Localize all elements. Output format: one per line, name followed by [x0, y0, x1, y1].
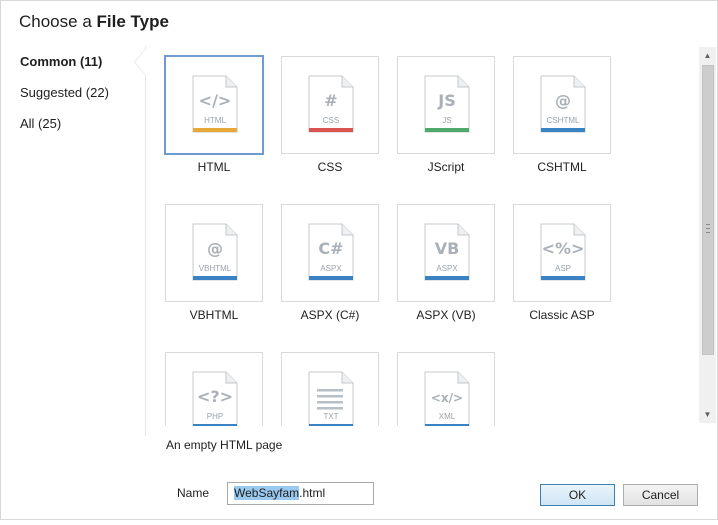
- file-type-stripe: [309, 424, 353, 426]
- file-tag: ASPX: [320, 264, 342, 273]
- document-icon: <x/> XML: [424, 371, 470, 426]
- sidebar-item-all[interactable]: All (25): [20, 116, 61, 131]
- file-type-tile[interactable]: JS JS JScript: [397, 56, 513, 196]
- file-type-tile[interactable]: <%> ASP Classic ASP: [513, 204, 629, 344]
- text-line-glyph: [317, 401, 343, 404]
- name-input-extension: .html: [299, 486, 326, 500]
- file-glyph: <?>: [197, 387, 233, 406]
- file-glyph: <%>: [542, 239, 585, 258]
- file-tag: CSHTML: [547, 116, 580, 125]
- name-input-selected-text: WebSayfam: [234, 486, 300, 500]
- tile-frame: # CSS: [281, 56, 379, 154]
- file-type-tile[interactable]: TXTTXT: [281, 352, 397, 426]
- scroll-down-icon[interactable]: ▼: [699, 406, 716, 423]
- file-type-stripe: [309, 276, 353, 280]
- file-type-stripe: [541, 276, 585, 280]
- sidebar-item-suggested[interactable]: Suggested (22): [20, 85, 109, 100]
- tile-frame: @ CSHTML: [513, 56, 611, 154]
- cancel-button[interactable]: Cancel: [623, 484, 698, 506]
- file-glyph: VB: [435, 239, 460, 258]
- file-type-tile[interactable]: # CSS CSS: [281, 56, 397, 196]
- file-type-stripe: [193, 128, 237, 132]
- sidebar-item-common[interactable]: Common (11): [20, 54, 102, 69]
- category-sidebar: Common (11) Suggested (22) All (25): [1, 46, 145, 436]
- ok-button[interactable]: OK: [540, 484, 615, 506]
- document-icon: </> HTML: [192, 75, 238, 133]
- selection-pointer: [134, 48, 146, 76]
- tile-frame: <%> ASP: [513, 204, 611, 302]
- text-line-glyph: [317, 407, 343, 410]
- file-type-stripe: [541, 128, 585, 132]
- scroll-up-icon[interactable]: ▲: [699, 47, 716, 64]
- file-tag: ASP: [555, 264, 571, 273]
- tile-frame: <x/> XML: [397, 352, 495, 426]
- file-glyph: <x/>: [431, 391, 463, 405]
- text-line-glyph: [317, 395, 343, 398]
- tile-label: VBHTML: [189, 308, 239, 322]
- document-icon: # CSS: [308, 75, 354, 133]
- file-type-description: An empty HTML page: [166, 438, 283, 452]
- file-glyph: @: [555, 91, 571, 110]
- tile-label: ASPX (C#): [300, 308, 360, 322]
- file-tag: CSS: [323, 116, 339, 125]
- document-icon: C# ASPX: [308, 223, 354, 281]
- tile-frame: @ VBHTML: [165, 204, 263, 302]
- file-type-stripe: [425, 424, 469, 426]
- file-tag: JS: [442, 116, 451, 125]
- file-type-tile[interactable]: <x/> XMLXML: [397, 352, 513, 426]
- tile-label: CSS: [317, 160, 343, 174]
- file-type-tile[interactable]: VB ASPX ASPX (VB): [397, 204, 513, 344]
- file-glyph: </>: [199, 91, 232, 110]
- document-icon: VB ASPX: [424, 223, 470, 281]
- file-type-stripe: [425, 276, 469, 280]
- tile-label: CSHTML: [537, 160, 587, 174]
- tile-label: JScript: [427, 160, 465, 174]
- document-icon: <?> PHP: [192, 371, 238, 426]
- file-type-grid: </> HTML HTML # CSS CSS JS JS JScript @ CSHTML CSHT…: [146, 46, 698, 426]
- tile-label: Classic ASP: [529, 308, 595, 322]
- dialog-title: Choose a File Type: [19, 12, 169, 32]
- file-type-tile[interactable]: <?> PHPPHP: [165, 352, 281, 426]
- file-type-tile[interactable]: </> HTML HTML: [164, 55, 281, 196]
- file-type-stripe: [193, 276, 237, 280]
- file-type-stripe: [425, 128, 469, 132]
- document-icon: <%> ASP: [540, 223, 586, 281]
- tile-frame: <?> PHP: [165, 352, 263, 426]
- tile-frame: </> HTML: [164, 55, 264, 155]
- file-type-stripe: [309, 128, 353, 132]
- document-icon: @ CSHTML: [540, 75, 586, 133]
- file-glyph: C#: [318, 239, 343, 258]
- choose-file-type-dialog: Choose a File Type Common (11) Suggested…: [0, 0, 718, 520]
- name-input[interactable]: WebSayfam.html: [227, 482, 374, 505]
- tile-frame: TXT: [281, 352, 379, 426]
- file-type-tile[interactable]: @ VBHTML VBHTML: [165, 204, 281, 344]
- file-tag: ASPX: [436, 264, 458, 273]
- document-icon: JS JS: [424, 75, 470, 133]
- name-label: Name: [177, 486, 210, 500]
- file-glyph: #: [324, 91, 337, 110]
- tile-frame: JS JS: [397, 56, 495, 154]
- grip-icon: [706, 224, 710, 233]
- file-tag: XML: [439, 412, 456, 421]
- file-glyph: @: [207, 239, 223, 258]
- tile-frame: VB ASPX: [397, 204, 495, 302]
- file-type-tile[interactable]: C# ASPX ASPX (C#): [281, 204, 397, 344]
- text-line-glyph: [317, 389, 343, 392]
- document-icon: TXT: [308, 371, 354, 426]
- file-type-tile[interactable]: @ CSHTML CSHTML: [513, 56, 629, 196]
- file-tag: PHP: [207, 412, 223, 421]
- tile-label: HTML: [197, 160, 231, 174]
- file-tag: HTML: [204, 116, 226, 125]
- vertical-scrollbar[interactable]: ▲ ▼: [699, 47, 716, 423]
- file-glyph: JS: [437, 91, 455, 110]
- file-tag: VBHTML: [199, 264, 232, 273]
- dialog-title-bold: File Type: [96, 12, 169, 31]
- file-tag: TXT: [323, 412, 338, 421]
- tile-label: ASPX (VB): [416, 308, 476, 322]
- document-icon: @ VBHTML: [192, 223, 238, 281]
- dialog-title-prefix: Choose a: [19, 12, 97, 31]
- file-type-stripe: [193, 424, 237, 426]
- tile-frame: C# ASPX: [281, 204, 379, 302]
- scroll-thumb[interactable]: [702, 65, 714, 355]
